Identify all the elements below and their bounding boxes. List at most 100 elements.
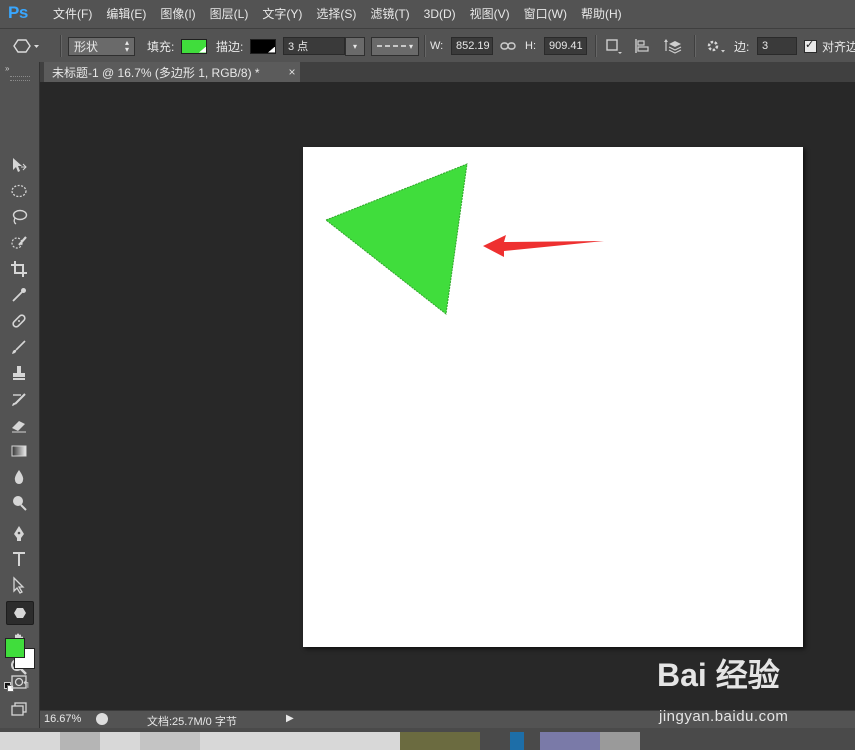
history-brush-tool[interactable] — [8, 388, 30, 410]
close-icon: × — [288, 65, 296, 79]
clone-stamp-tool[interactable] — [8, 362, 30, 384]
status-menu-icon[interactable] — [96, 713, 108, 725]
lasso-tool[interactable] — [8, 206, 30, 228]
lasso-icon — [12, 209, 28, 225]
sides-input[interactable]: 3 — [757, 37, 797, 55]
menu-filter[interactable]: 滤镜(T) — [363, 0, 416, 28]
menu-select[interactable]: 选择(S) — [309, 0, 363, 28]
height-input[interactable]: 909.41 — [544, 37, 587, 55]
eraser-tool[interactable] — [8, 414, 30, 436]
stroke-swatch[interactable] — [250, 38, 276, 54]
divider — [694, 35, 696, 57]
path-arrangement-button[interactable] — [663, 29, 683, 63]
screen-mode-button[interactable] — [8, 698, 30, 720]
screen-mode-icon — [11, 702, 27, 716]
blur-tool[interactable] — [8, 466, 30, 488]
stroke-width-input[interactable]: 3 点 — [283, 37, 345, 55]
panel-grip[interactable] — [10, 76, 30, 81]
status-arrow-icon[interactable]: ▶ — [286, 713, 294, 724]
status-bar: 16.67% 文档:25.7M/0 字节 ▶ — [40, 710, 855, 729]
taskbar-item — [600, 732, 640, 750]
width-value: 852.19 — [456, 40, 490, 52]
zoom-level[interactable]: 16.67% — [44, 713, 81, 725]
width-input[interactable]: 852.19 — [451, 37, 493, 55]
menu-view[interactable]: 视图(V) — [463, 0, 517, 28]
menu-type[interactable]: 文字(Y) — [255, 0, 309, 28]
menu-layer[interactable]: 图层(L) — [203, 0, 256, 28]
taskbar-item — [510, 732, 524, 750]
tools-panel: » ↰ — [0, 62, 40, 750]
crop-tool[interactable] — [8, 258, 30, 280]
height-value: 909.41 — [549, 40, 583, 52]
menu-window[interactable]: 窗口(W) — [517, 0, 574, 28]
menu-help[interactable]: 帮助(H) — [574, 0, 629, 28]
quick-mask-button[interactable] — [8, 671, 30, 693]
options-bar: 形状 ▴ ▾ 填充: 描边: 3 点 ▾ ▾ W: 852.19 H: 909.… — [0, 28, 855, 64]
sides-value: 3 — [762, 40, 769, 52]
polygon-icon — [14, 608, 26, 618]
dashed-line-icon — [377, 45, 407, 47]
height-label: H: — [525, 40, 536, 52]
blur-icon — [14, 470, 24, 484]
spot-healing-tool[interactable] — [8, 310, 30, 332]
fill-swatch[interactable] — [181, 38, 207, 54]
collapse-panel-icon[interactable]: » — [5, 64, 9, 73]
menu-file[interactable]: 文件(F) — [46, 0, 99, 28]
sides-label: 边: — [734, 39, 750, 54]
document-tab[interactable]: 未标题-1 @ 16.7% (多边形 1, RGB/8) * — [44, 62, 284, 82]
align-edges-checkbox[interactable]: ✓ — [804, 39, 817, 53]
green-triangle-shape[interactable] — [325, 163, 468, 315]
gradient-tool[interactable] — [8, 440, 30, 462]
align-edges-label: 对齐边 — [822, 39, 855, 54]
crop-icon — [11, 261, 27, 277]
eyedropper-tool[interactable] — [8, 284, 30, 306]
brush-tool[interactable] — [8, 336, 30, 358]
path-operations-button[interactable] — [604, 29, 622, 63]
stroke-width-value: 3 点 — [288, 41, 309, 53]
menu-3d[interactable]: 3D(D) — [417, 0, 463, 28]
divider — [60, 35, 62, 57]
gear-icon — [707, 40, 725, 53]
stroke-type-dropdown[interactable]: ▾ — [371, 36, 419, 56]
foreground-color-swatch[interactable] — [5, 638, 25, 658]
mode-value: 形状 — [74, 39, 99, 54]
type-icon — [13, 552, 25, 566]
move-icon — [13, 158, 27, 172]
polygon-tool[interactable] — [6, 601, 34, 625]
dodge-tool[interactable] — [8, 492, 30, 514]
mode-dropdown[interactable]: 形状 ▴ ▾ — [68, 36, 135, 56]
quick-select-icon — [11, 236, 27, 249]
fill-label: 填充: — [147, 39, 175, 54]
menu-bar: Ps 文件(F) 编辑(E) 图像(I) 图层(L) 文字(Y) 选择(S) 滤… — [0, 0, 855, 28]
pen-icon — [14, 526, 24, 541]
menu-edit[interactable]: 编辑(E) — [99, 0, 153, 28]
path-alignment-button[interactable] — [633, 29, 651, 63]
updown-icon: ▴ ▾ — [124, 38, 129, 54]
path-alignment-icon — [635, 39, 649, 53]
geometry-options-button[interactable] — [704, 29, 726, 63]
dodge-icon — [13, 496, 27, 511]
menu-image[interactable]: 图像(I) — [153, 0, 202, 28]
pen-tool[interactable] — [8, 522, 30, 544]
photoshop-logo: Ps — [8, 3, 28, 22]
quick-selection-tool[interactable] — [8, 232, 30, 254]
taskbar-item — [140, 732, 200, 750]
taskbar-item — [540, 732, 600, 750]
taskbar-strip — [0, 728, 855, 750]
marquee-ellipse-icon — [11, 184, 27, 198]
history-brush-icon — [12, 393, 26, 406]
move-tool[interactable] — [8, 154, 30, 176]
eyedropper-icon — [12, 288, 26, 302]
elliptical-marquee-tool[interactable] — [8, 180, 30, 202]
taskbar-item — [60, 732, 100, 750]
stroke-label: 描边: — [216, 39, 244, 54]
path-selection-tool[interactable] — [8, 574, 30, 596]
polygon-preset-icon — [13, 39, 39, 53]
corner-arrow-icon — [268, 46, 275, 53]
clone-stamp-icon — [13, 366, 25, 380]
tool-preset-picker[interactable] — [6, 29, 40, 63]
close-tab-button[interactable]: × — [284, 62, 300, 82]
stroke-width-dropdown[interactable]: ▾ — [345, 36, 365, 56]
type-tool[interactable] — [8, 548, 30, 570]
link-dimensions-button[interactable] — [500, 29, 516, 63]
